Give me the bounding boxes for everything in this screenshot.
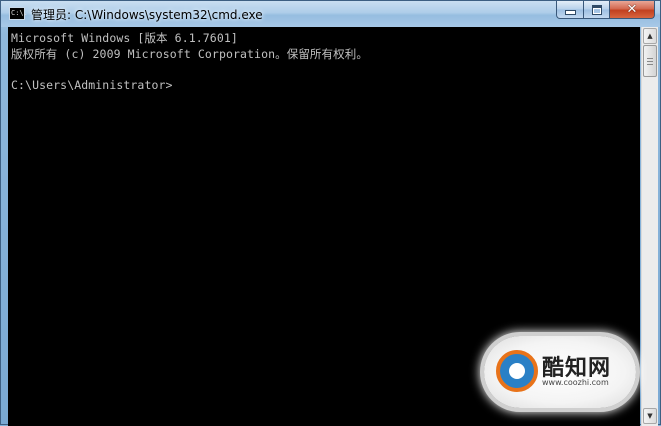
watermark-url: www.coozhi.com (542, 378, 609, 387)
watermark-badge: 酷知网 www.coozhi.com (484, 336, 636, 408)
thumb-grip-line (647, 64, 653, 65)
thumb-grip-line (647, 61, 653, 62)
scroll-up-button[interactable]: ▲ (643, 28, 657, 44)
chevron-up-icon: ▲ (647, 32, 653, 40)
scrollbar-thumb[interactable] (643, 45, 657, 77)
maximize-icon (591, 4, 602, 15)
window-title: 管理员: C:\Windows\system32\cmd.exe (31, 8, 263, 22)
cmd-app-icon[interactable]: C:\. (9, 7, 28, 20)
console-prompt[interactable]: C:\Users\Administrator> (11, 78, 173, 92)
logo-inner-circle (509, 363, 525, 379)
cmd-icon-label: C:\. (11, 9, 28, 17)
console-line-copyright: 版权所有 (c) 2009 Microsoft Corporation。保留所有… (11, 47, 368, 61)
vertical-scrollbar[interactable]: ▲ ▼ (641, 27, 658, 426)
scroll-down-button[interactable]: ▼ (643, 408, 657, 424)
minimize-icon (564, 10, 576, 15)
close-icon: ✕ (626, 1, 638, 17)
maximize-button[interactable] (583, 1, 610, 19)
close-button[interactable]: ✕ (609, 1, 655, 19)
chevron-down-icon: ▼ (647, 412, 653, 420)
coozhi-logo-icon (496, 350, 538, 392)
thumb-grip-line (647, 58, 653, 59)
console-line-version: Microsoft Windows [版本 6.1.7601] (11, 31, 238, 45)
minimize-button[interactable] (556, 1, 584, 19)
title-bar[interactable]: C:\. 管理员: C:\Windows\system32\cmd.exe ✕ (1, 1, 660, 27)
